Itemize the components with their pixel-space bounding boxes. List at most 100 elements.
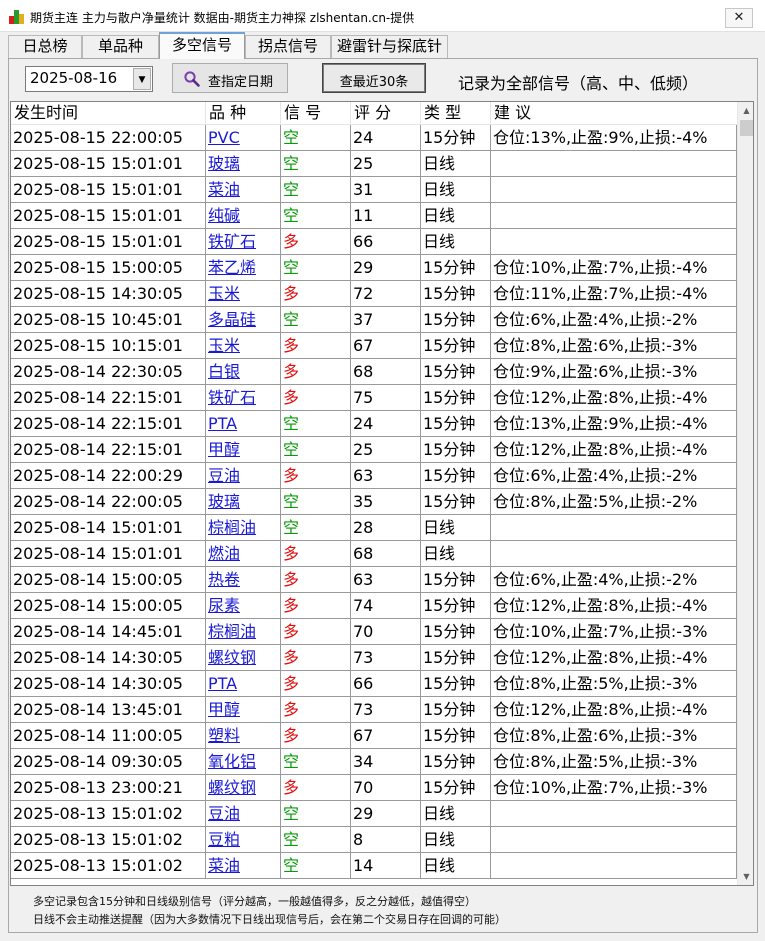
- table-row[interactable]: 2025-08-14 22:15:01 PTA 空 24 15分钟 仓位:13%,止盈:9…: [11, 411, 737, 437]
- cell-product[interactable]: 菜油: [206, 177, 281, 203]
- cell-product[interactable]: 豆油: [206, 801, 281, 827]
- cell-score: 68: [351, 541, 421, 567]
- table-row[interactable]: 2025-08-14 14:45:01 棕榈油多 70 15分钟 仓位:10%,止盈:7…: [11, 619, 737, 645]
- table-row[interactable]: 2025-08-14 09:30:05 氧化铝空 34 15分钟 仓位:8%,止盈:5%…: [11, 749, 737, 775]
- table-row[interactable]: 2025-08-14 11:00:05 塑料多 67 15分钟 仓位:8%,止盈:6%,…: [11, 723, 737, 749]
- close-button[interactable]: ✕: [725, 8, 753, 28]
- cell-type: 15分钟: [421, 775, 491, 801]
- table-row[interactable]: 2025-08-15 15:01:01 菜油空 31 日线: [11, 177, 737, 203]
- cell-product[interactable]: 螺纹钢: [206, 645, 281, 671]
- table-row[interactable]: 2025-08-14 15:01:01 燃油多 68 日线: [11, 541, 737, 567]
- cell-product[interactable]: 白银: [206, 359, 281, 385]
- cell-product[interactable]: 氧化铝: [206, 749, 281, 775]
- date-picker[interactable]: 2025-08-16 ▼: [25, 66, 153, 92]
- cell-score: 73: [351, 697, 421, 723]
- table-row[interactable]: 2025-08-15 15:01:01 铁矿石多 66 日线: [11, 229, 737, 255]
- cell-advice: 仓位:12%,止盈:8%,止损:-4%: [491, 437, 737, 463]
- cell-score: 67: [351, 333, 421, 359]
- cell-product[interactable]: 甲醇: [206, 437, 281, 463]
- cell-product[interactable]: 玉米: [206, 281, 281, 307]
- tab-single-product[interactable]: 单品种: [82, 35, 159, 58]
- cell-type: 15分钟: [421, 307, 491, 333]
- cell-product[interactable]: 玻璃: [206, 151, 281, 177]
- cell-signal: 空: [281, 151, 351, 177]
- cell-product[interactable]: PVC: [206, 125, 281, 151]
- table-row[interactable]: 2025-08-14 22:15:01 甲醇空 25 15分钟 仓位:12%,止盈:8%…: [11, 437, 737, 463]
- cell-score: 28: [351, 515, 421, 541]
- cell-product[interactable]: 塑料: [206, 723, 281, 749]
- cell-type: 15分钟: [421, 567, 491, 593]
- cell-product[interactable]: 玉米: [206, 333, 281, 359]
- cell-time: 2025-08-14 15:01:01: [11, 515, 206, 541]
- cell-signal: 空: [281, 489, 351, 515]
- cell-product[interactable]: 多晶硅: [206, 307, 281, 333]
- cell-product[interactable]: 菜油: [206, 853, 281, 879]
- tab-lightning-and-bottom-needle[interactable]: 避雷针与探底针: [331, 35, 448, 58]
- cell-product[interactable]: 甲醇: [206, 697, 281, 723]
- cell-product[interactable]: 豆粕: [206, 827, 281, 853]
- table-row[interactable]: 2025-08-15 15:01:01 玻璃空 25 日线: [11, 151, 737, 177]
- col-header-product[interactable]: 品 种: [206, 102, 281, 125]
- table-row[interactable]: 2025-08-15 14:30:05 玉米多 72 15分钟 仓位:11%,止盈:7%…: [11, 281, 737, 307]
- table-row[interactable]: 2025-08-15 22:00:05 PVC 空 24 15分钟 仓位:13%,止盈:9…: [11, 125, 737, 151]
- col-header-signal[interactable]: 信 号: [281, 102, 351, 125]
- cell-product[interactable]: 苯乙烯: [206, 255, 281, 281]
- table-row[interactable]: 2025-08-14 14:30:05 螺纹钢多 73 15分钟 仓位:12%,止盈:8…: [11, 645, 737, 671]
- table-row[interactable]: 2025-08-15 10:15:01 玉米多 67 15分钟 仓位:8%,止盈:6%,…: [11, 333, 737, 359]
- scroll-thumb[interactable]: [740, 120, 753, 136]
- col-header-score[interactable]: 评 分: [351, 102, 421, 125]
- scroll-up-icon[interactable]: ▲: [738, 102, 753, 119]
- table-row[interactable]: 2025-08-15 15:00:05 苯乙烯空 29 15分钟 仓位:10%,止盈:7…: [11, 255, 737, 281]
- cell-product[interactable]: 尿素: [206, 593, 281, 619]
- cell-signal: 空: [281, 515, 351, 541]
- cell-product[interactable]: 纯碱: [206, 203, 281, 229]
- cell-product[interactable]: 棕榈油: [206, 515, 281, 541]
- cell-advice: 仓位:13%,止盈:9%,止损:-4%: [491, 125, 737, 151]
- cell-product[interactable]: 豆油: [206, 463, 281, 489]
- cell-advice: 仓位:8%,止盈:5%,止损:-3%: [491, 749, 737, 775]
- tab-turning-point-signals[interactable]: 拐点信号: [245, 35, 331, 58]
- vertical-scrollbar[interactable]: ▲ ▼: [737, 102, 753, 885]
- table-row[interactable]: 2025-08-14 14:30:05 PTA 多 66 15分钟 仓位:8%,止盈:5%…: [11, 671, 737, 697]
- cell-advice: 仓位:12%,止盈:8%,止损:-4%: [491, 385, 737, 411]
- table-row[interactable]: 2025-08-14 22:00:05 玻璃空 35 15分钟 仓位:8%,止盈:5%,…: [11, 489, 737, 515]
- tab-long-short-signals[interactable]: 多空信号: [159, 32, 245, 59]
- recent-30-button[interactable]: 查最近30条: [322, 63, 426, 93]
- table-row[interactable]: 2025-08-14 13:45:01 甲醇多 73 15分钟 仓位:12%,止盈:8%…: [11, 697, 737, 723]
- cell-product[interactable]: 热卷: [206, 567, 281, 593]
- col-header-time[interactable]: 发生时间: [11, 102, 206, 125]
- table-row[interactable]: 2025-08-15 15:01:01 纯碱空 11 日线: [11, 203, 737, 229]
- table-row[interactable]: 2025-08-14 15:00:05 热卷多 63 15分钟 仓位:6%,止盈:4%,…: [11, 567, 737, 593]
- table-row[interactable]: 2025-08-14 22:00:29 豆油多 63 15分钟 仓位:6%,止盈:4%,…: [11, 463, 737, 489]
- cell-product[interactable]: 铁矿石: [206, 385, 281, 411]
- cell-type: 日线: [421, 541, 491, 567]
- cell-advice: [491, 515, 737, 541]
- query-date-button[interactable]: 查指定日期: [172, 63, 288, 93]
- cell-advice: [491, 541, 737, 567]
- table-row[interactable]: 2025-08-13 15:01:02 豆油空 29 日线: [11, 801, 737, 827]
- table-row[interactable]: 2025-08-13 23:00:21 螺纹钢多 70 15分钟 仓位:10%,止盈:7…: [11, 775, 737, 801]
- cell-product[interactable]: 棕榈油: [206, 619, 281, 645]
- cell-type: 15分钟: [421, 463, 491, 489]
- table-row[interactable]: 2025-08-13 15:01:02 豆粕空 8 日线: [11, 827, 737, 853]
- cell-product[interactable]: 燃油: [206, 541, 281, 567]
- table-row[interactable]: 2025-08-14 22:15:01 铁矿石多 75 15分钟 仓位:12%,止盈:8…: [11, 385, 737, 411]
- table-row[interactable]: 2025-08-14 15:01:01 棕榈油空 28 日线: [11, 515, 737, 541]
- cell-product[interactable]: 螺纹钢: [206, 775, 281, 801]
- table-row[interactable]: 2025-08-14 15:00:05 尿素多 74 15分钟 仓位:12%,止盈:8%…: [11, 593, 737, 619]
- cell-product[interactable]: 铁矿石: [206, 229, 281, 255]
- cell-product[interactable]: 玻璃: [206, 489, 281, 515]
- cell-score: 72: [351, 281, 421, 307]
- chevron-down-icon[interactable]: ▼: [133, 68, 151, 90]
- cell-score: 73: [351, 645, 421, 671]
- cell-product[interactable]: PTA: [206, 671, 281, 697]
- cell-product[interactable]: PTA: [206, 411, 281, 437]
- table-row[interactable]: 2025-08-14 22:30:05 白银多 68 15分钟 仓位:9%,止盈:6%,…: [11, 359, 737, 385]
- scroll-down-icon[interactable]: ▼: [738, 868, 753, 885]
- tab-daily-ranking[interactable]: 日总榜: [8, 35, 82, 58]
- col-header-advice[interactable]: 建 议: [491, 102, 737, 125]
- col-header-type[interactable]: 类 型: [421, 102, 491, 125]
- table-row[interactable]: 2025-08-13 15:01:02 菜油空 14 日线: [11, 853, 737, 879]
- cell-time: 2025-08-13 15:01:02: [11, 853, 206, 879]
- table-row[interactable]: 2025-08-15 10:45:01 多晶硅空 37 15分钟 仓位:6%,止盈:4%…: [11, 307, 737, 333]
